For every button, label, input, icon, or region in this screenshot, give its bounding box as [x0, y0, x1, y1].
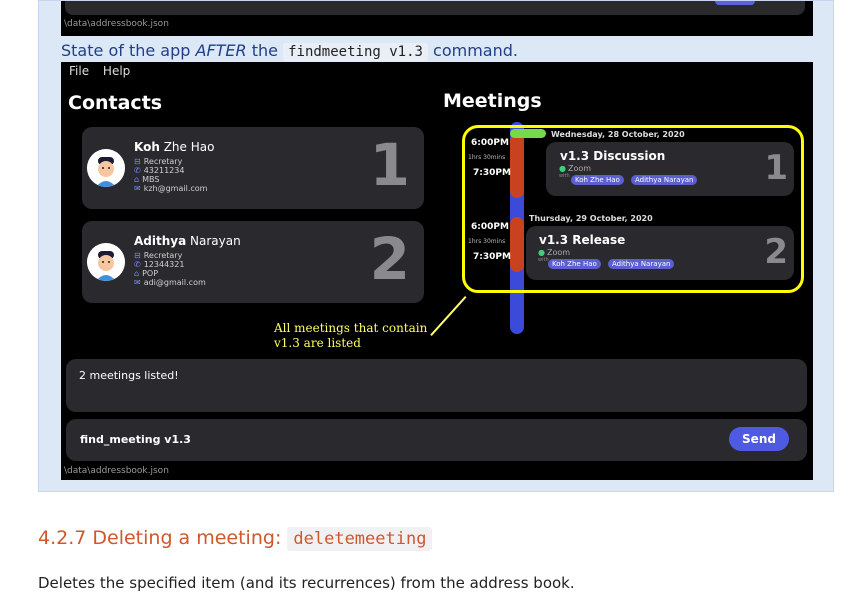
home-icon: ⌂: [134, 175, 140, 184]
contact-tag: ⊟ Recretary: [134, 251, 183, 260]
contact-address: ⌂ POP: [134, 269, 159, 278]
previous-status-bar: \data\addressbook.json: [64, 19, 169, 29]
mail-icon: ✉: [134, 184, 141, 193]
menu-file[interactable]: File: [69, 64, 89, 78]
annotation-text: All meetings that contain v1.3 are liste…: [274, 321, 428, 350]
menu-help[interactable]: Help: [103, 64, 130, 78]
mail-icon: ✉: [134, 278, 141, 287]
previous-screenshot-bottom: \data\addressbook.json: [61, 1, 813, 36]
app-screenshot: File Help Contacts Meetings Koh Zhe Hao …: [61, 62, 813, 480]
phone-icon: ✆: [134, 260, 141, 269]
figure-caption: State of the app AFTER the findmeeting v…: [61, 41, 518, 61]
section-command-code: deletemeeting: [287, 527, 433, 551]
contact-address: ⌂ MBS: [134, 175, 160, 184]
caption-command-code: findmeeting v1.3: [283, 43, 428, 61]
contact-email: ✉ kzh@gmail.com: [134, 184, 208, 193]
result-display: 2 meetings listed!: [66, 359, 807, 412]
contact-tag: ⊟ Recretary: [134, 157, 183, 166]
command-box[interactable]: find_meeting v1.3 Send: [66, 419, 807, 461]
status-bar: \data\addressbook.json: [64, 466, 169, 476]
contact-phone: ✆ 12344321: [134, 260, 185, 269]
meetings-title: Meetings: [443, 90, 542, 112]
send-button[interactable]: Send: [729, 427, 789, 451]
section-paragraph: Deletes the specified item (and its recu…: [38, 574, 575, 592]
contact-name: Koh Zhe Hao: [134, 140, 215, 154]
annotation-arrow: [430, 296, 467, 336]
figure-panel: \data\addressbook.json State of the app …: [38, 0, 834, 492]
previous-command-box: [65, 1, 805, 15]
avatar: [87, 243, 125, 281]
contact-email: ✉ adi@gmail.com: [134, 278, 206, 287]
command-input[interactable]: find_meeting v1.3: [80, 433, 191, 446]
contact-index: 2: [369, 225, 410, 293]
home-icon: ⌂: [134, 269, 140, 278]
previous-send-button: [715, 1, 755, 5]
section-heading: 4.2.7 Deleting a meeting: deletemeeting: [38, 527, 433, 551]
phone-icon: ✆: [134, 166, 141, 175]
contact-card[interactable]: Adithya Narayan ⊟ Recretary ✆ 12344321 ⌂ PO…: [82, 221, 424, 303]
menu-bar: File Help: [69, 64, 140, 78]
avatar: [87, 149, 125, 187]
contacts-title: Contacts: [68, 92, 163, 114]
contact-phone: ✆ 43211234: [134, 166, 185, 175]
contact-index: 1: [369, 131, 410, 199]
highlight-box: [462, 125, 804, 293]
contact-name: Adithya Narayan: [134, 234, 241, 248]
contact-card[interactable]: Koh Zhe Hao ⊟ Recretary ✆ 43211234 ⌂ MBS ✉ k…: [82, 127, 424, 209]
tag-icon: ⊟: [134, 157, 141, 166]
tag-icon: ⊟: [134, 251, 141, 260]
